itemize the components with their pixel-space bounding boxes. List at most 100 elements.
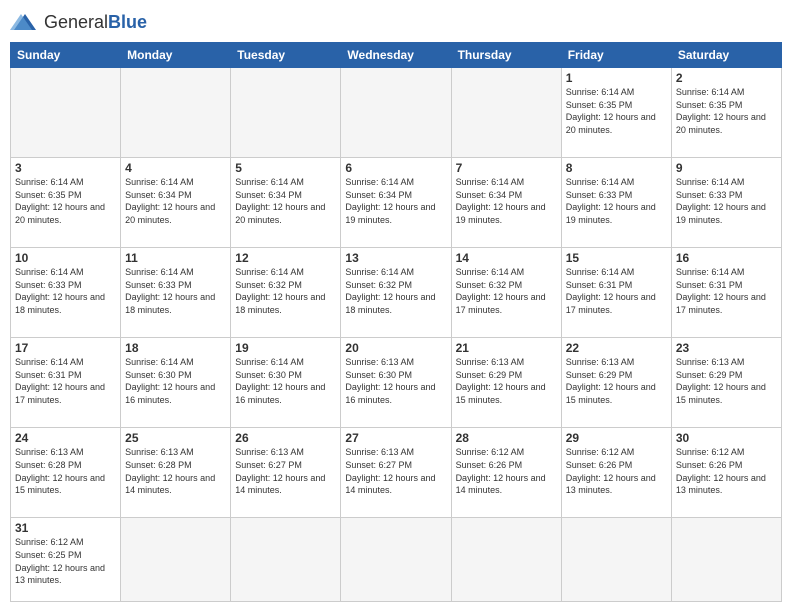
day-number: 14 [456, 251, 557, 265]
day-info: Sunrise: 6:13 AMSunset: 6:29 PMDaylight:… [456, 356, 557, 406]
day-number: 25 [125, 431, 226, 445]
day-number: 1 [566, 71, 667, 85]
day-info: Sunrise: 6:14 AMSunset: 6:34 PMDaylight:… [345, 176, 446, 226]
day-number: 3 [15, 161, 116, 175]
calendar-cell: 2Sunrise: 6:14 AMSunset: 6:35 PMDaylight… [671, 68, 781, 158]
day-number: 9 [676, 161, 777, 175]
calendar-cell [561, 518, 671, 602]
day-number: 13 [345, 251, 446, 265]
day-number: 6 [345, 161, 446, 175]
logo-icon [10, 10, 40, 34]
calendar-cell: 7Sunrise: 6:14 AMSunset: 6:34 PMDaylight… [451, 158, 561, 248]
day-number: 26 [235, 431, 336, 445]
calendar-cell: 27Sunrise: 6:13 AMSunset: 6:27 PMDayligh… [341, 428, 451, 518]
calendar-cell [231, 68, 341, 158]
calendar-cell: 15Sunrise: 6:14 AMSunset: 6:31 PMDayligh… [561, 248, 671, 338]
day-info: Sunrise: 6:14 AMSunset: 6:31 PMDaylight:… [566, 266, 667, 316]
calendar-cell: 12Sunrise: 6:14 AMSunset: 6:32 PMDayligh… [231, 248, 341, 338]
day-number: 8 [566, 161, 667, 175]
day-info: Sunrise: 6:14 AMSunset: 6:33 PMDaylight:… [566, 176, 667, 226]
day-info: Sunrise: 6:14 AMSunset: 6:30 PMDaylight:… [235, 356, 336, 406]
day-number: 27 [345, 431, 446, 445]
day-info: Sunrise: 6:14 AMSunset: 6:31 PMDaylight:… [15, 356, 116, 406]
day-number: 16 [676, 251, 777, 265]
day-info: Sunrise: 6:14 AMSunset: 6:32 PMDaylight:… [456, 266, 557, 316]
calendar-week-row: 1Sunrise: 6:14 AMSunset: 6:35 PMDaylight… [11, 68, 782, 158]
calendar-week-row: 10Sunrise: 6:14 AMSunset: 6:33 PMDayligh… [11, 248, 782, 338]
logo: GeneralBlue [10, 10, 147, 34]
calendar-cell: 14Sunrise: 6:14 AMSunset: 6:32 PMDayligh… [451, 248, 561, 338]
header: GeneralBlue [10, 10, 782, 34]
calendar-cell [341, 518, 451, 602]
calendar-week-row: 31Sunrise: 6:12 AMSunset: 6:25 PMDayligh… [11, 518, 782, 602]
day-number: 22 [566, 341, 667, 355]
day-number: 10 [15, 251, 116, 265]
day-header: Tuesday [231, 43, 341, 68]
day-info: Sunrise: 6:13 AMSunset: 6:29 PMDaylight:… [676, 356, 777, 406]
calendar-cell: 1Sunrise: 6:14 AMSunset: 6:35 PMDaylight… [561, 68, 671, 158]
calendar-cell [11, 68, 121, 158]
calendar-cell: 29Sunrise: 6:12 AMSunset: 6:26 PMDayligh… [561, 428, 671, 518]
calendar-cell: 5Sunrise: 6:14 AMSunset: 6:34 PMDaylight… [231, 158, 341, 248]
day-info: Sunrise: 6:13 AMSunset: 6:28 PMDaylight:… [15, 446, 116, 496]
calendar-cell [121, 68, 231, 158]
calendar-cell [671, 518, 781, 602]
day-info: Sunrise: 6:14 AMSunset: 6:31 PMDaylight:… [676, 266, 777, 316]
calendar-cell: 6Sunrise: 6:14 AMSunset: 6:34 PMDaylight… [341, 158, 451, 248]
day-info: Sunrise: 6:12 AMSunset: 6:26 PMDaylight:… [456, 446, 557, 496]
day-info: Sunrise: 6:14 AMSunset: 6:30 PMDaylight:… [125, 356, 226, 406]
day-header: Saturday [671, 43, 781, 68]
day-number: 4 [125, 161, 226, 175]
calendar-cell [121, 518, 231, 602]
day-number: 19 [235, 341, 336, 355]
day-number: 29 [566, 431, 667, 445]
day-info: Sunrise: 6:14 AMSunset: 6:35 PMDaylight:… [566, 86, 667, 136]
day-number: 21 [456, 341, 557, 355]
calendar-header-row: SundayMondayTuesdayWednesdayThursdayFrid… [11, 43, 782, 68]
day-number: 23 [676, 341, 777, 355]
day-number: 30 [676, 431, 777, 445]
day-info: Sunrise: 6:12 AMSunset: 6:25 PMDaylight:… [15, 536, 116, 586]
day-info: Sunrise: 6:14 AMSunset: 6:34 PMDaylight:… [125, 176, 226, 226]
calendar-week-row: 3Sunrise: 6:14 AMSunset: 6:35 PMDaylight… [11, 158, 782, 248]
day-number: 17 [15, 341, 116, 355]
calendar-cell: 13Sunrise: 6:14 AMSunset: 6:32 PMDayligh… [341, 248, 451, 338]
calendar-cell: 4Sunrise: 6:14 AMSunset: 6:34 PMDaylight… [121, 158, 231, 248]
page: GeneralBlue SundayMondayTuesdayWednesday… [0, 0, 792, 612]
day-number: 31 [15, 521, 116, 535]
day-number: 7 [456, 161, 557, 175]
day-number: 20 [345, 341, 446, 355]
calendar-cell: 22Sunrise: 6:13 AMSunset: 6:29 PMDayligh… [561, 338, 671, 428]
calendar-cell [341, 68, 451, 158]
day-info: Sunrise: 6:13 AMSunset: 6:29 PMDaylight:… [566, 356, 667, 406]
calendar-cell [451, 518, 561, 602]
day-number: 15 [566, 251, 667, 265]
calendar-cell: 10Sunrise: 6:14 AMSunset: 6:33 PMDayligh… [11, 248, 121, 338]
calendar-cell [451, 68, 561, 158]
calendar-cell: 23Sunrise: 6:13 AMSunset: 6:29 PMDayligh… [671, 338, 781, 428]
calendar-cell: 19Sunrise: 6:14 AMSunset: 6:30 PMDayligh… [231, 338, 341, 428]
day-info: Sunrise: 6:14 AMSunset: 6:33 PMDaylight:… [125, 266, 226, 316]
day-number: 18 [125, 341, 226, 355]
calendar-cell: 3Sunrise: 6:14 AMSunset: 6:35 PMDaylight… [11, 158, 121, 248]
calendar-cell: 24Sunrise: 6:13 AMSunset: 6:28 PMDayligh… [11, 428, 121, 518]
day-number: 24 [15, 431, 116, 445]
calendar-cell: 31Sunrise: 6:12 AMSunset: 6:25 PMDayligh… [11, 518, 121, 602]
calendar-cell [231, 518, 341, 602]
day-info: Sunrise: 6:14 AMSunset: 6:33 PMDaylight:… [15, 266, 116, 316]
day-number: 5 [235, 161, 336, 175]
day-info: Sunrise: 6:14 AMSunset: 6:34 PMDaylight:… [235, 176, 336, 226]
day-info: Sunrise: 6:13 AMSunset: 6:30 PMDaylight:… [345, 356, 446, 406]
calendar-cell: 18Sunrise: 6:14 AMSunset: 6:30 PMDayligh… [121, 338, 231, 428]
day-number: 28 [456, 431, 557, 445]
day-header: Thursday [451, 43, 561, 68]
day-info: Sunrise: 6:13 AMSunset: 6:27 PMDaylight:… [235, 446, 336, 496]
logo-text: GeneralBlue [44, 12, 147, 33]
calendar-cell: 28Sunrise: 6:12 AMSunset: 6:26 PMDayligh… [451, 428, 561, 518]
calendar-cell: 17Sunrise: 6:14 AMSunset: 6:31 PMDayligh… [11, 338, 121, 428]
calendar-cell: 8Sunrise: 6:14 AMSunset: 6:33 PMDaylight… [561, 158, 671, 248]
calendar-cell: 21Sunrise: 6:13 AMSunset: 6:29 PMDayligh… [451, 338, 561, 428]
calendar-week-row: 17Sunrise: 6:14 AMSunset: 6:31 PMDayligh… [11, 338, 782, 428]
calendar-week-row: 24Sunrise: 6:13 AMSunset: 6:28 PMDayligh… [11, 428, 782, 518]
calendar-cell: 9Sunrise: 6:14 AMSunset: 6:33 PMDaylight… [671, 158, 781, 248]
